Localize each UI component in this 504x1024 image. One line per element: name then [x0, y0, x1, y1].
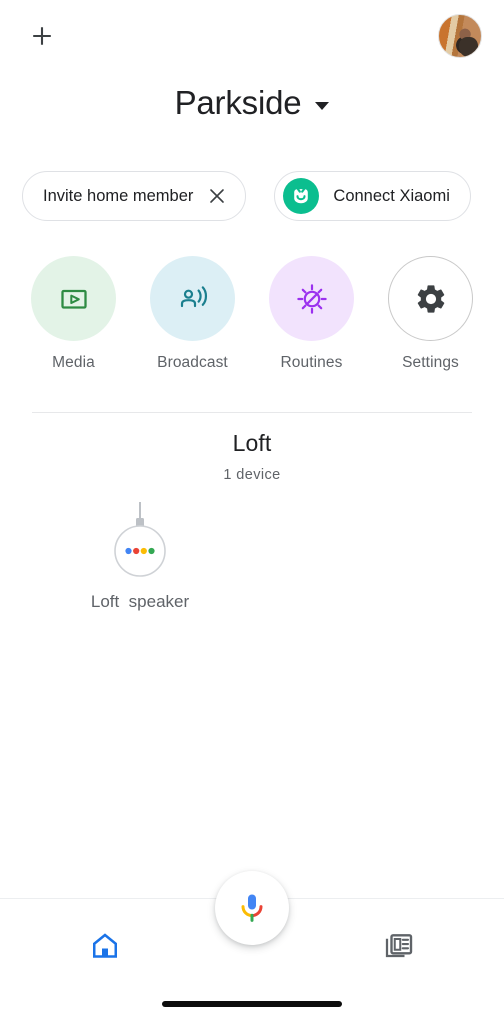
- room-device-count: 1 device: [223, 467, 281, 483]
- assistant-mic-icon: [241, 894, 263, 922]
- broadcast-icon: [150, 256, 235, 341]
- chip-row[interactable]: Invite home member Connect Xiaomi: [0, 171, 504, 221]
- quick-action-label: Media: [52, 354, 95, 371]
- page-title: Parkside: [174, 84, 302, 121]
- quick-action-label: Broadcast: [157, 354, 228, 371]
- chevron-down-icon: [315, 102, 330, 110]
- add-device-button[interactable]: [22, 16, 62, 56]
- chip-label: Connect Xiaomi: [333, 186, 450, 205]
- quick-action-settings[interactable]: Settings: [379, 256, 483, 372]
- close-icon[interactable]: [209, 188, 225, 204]
- account-avatar[interactable]: [438, 14, 482, 58]
- nav-item-feed[interactable]: [354, 921, 444, 971]
- quick-action-media[interactable]: Media: [22, 256, 126, 372]
- nav-item-home[interactable]: [60, 921, 150, 971]
- quick-actions-row: Media Broadcast Routines Settings: [0, 256, 504, 372]
- room-name: Loft: [232, 430, 272, 456]
- room-section-header: Loft 1 device: [0, 430, 504, 483]
- quick-action-broadcast[interactable]: Broadcast: [141, 256, 245, 372]
- device-grid: Loft speaker: [0, 500, 504, 612]
- quick-action-label: Settings: [402, 354, 459, 371]
- device-tile[interactable]: Loft speaker: [62, 500, 218, 612]
- plus-icon: [33, 27, 51, 45]
- mi-home-logo-icon: [283, 178, 320, 214]
- media-play-icon: [31, 256, 116, 341]
- gear-icon: [388, 256, 473, 341]
- assistant-mic-button[interactable]: [215, 871, 289, 945]
- hanging-speaker-icon: [95, 500, 185, 580]
- chip-invite-home-member[interactable]: Invite home member: [22, 171, 247, 221]
- feed-icon: [385, 934, 413, 958]
- top-bar: [0, 0, 504, 72]
- home-selector[interactable]: Parkside: [0, 84, 504, 122]
- section-divider: [32, 412, 472, 413]
- chip-label: Invite home member: [43, 186, 194, 205]
- device-label: Loft speaker: [90, 592, 190, 611]
- routines-sun-icon: [269, 256, 354, 341]
- quick-action-label: Routines: [280, 354, 343, 371]
- gesture-home-indicator: [162, 1001, 342, 1007]
- chip-connect-xiaomi[interactable]: Connect Xiaomi: [274, 171, 471, 221]
- home-icon: [93, 933, 117, 958]
- quick-action-routines[interactable]: Routines: [260, 256, 364, 372]
- google-home-screen: Parkside Invite home member Connect Xiao…: [0, 0, 504, 1024]
